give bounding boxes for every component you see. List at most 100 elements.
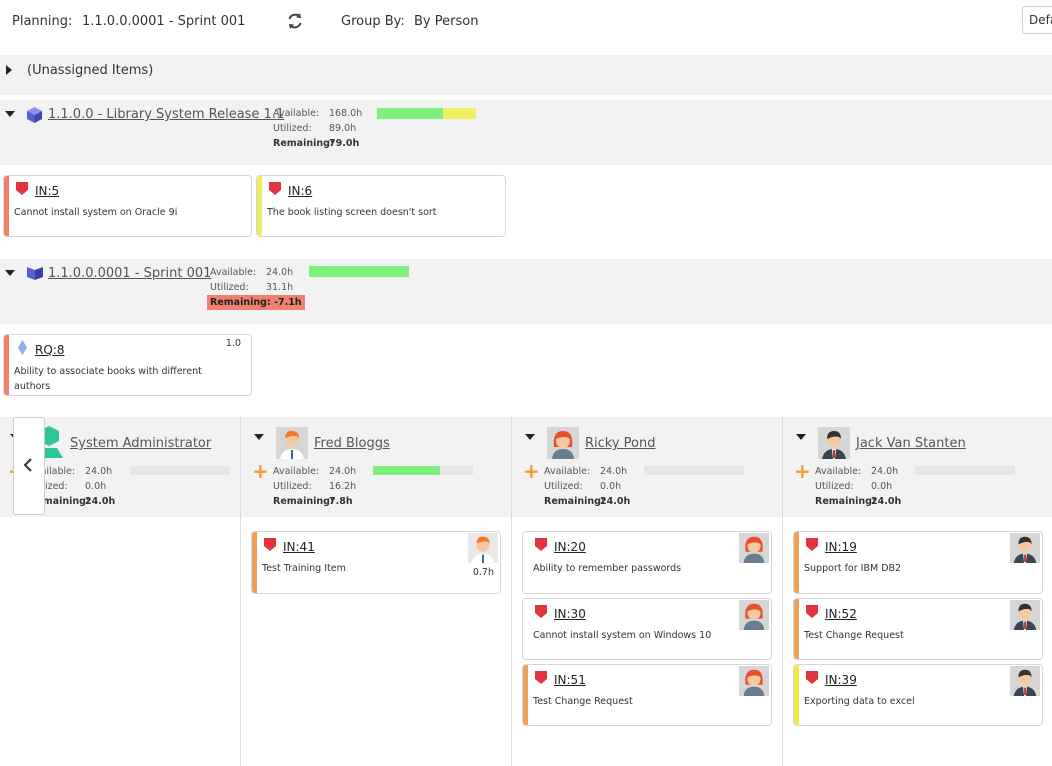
card-in-5[interactable]: IN:5 Cannot install system on Oracle 9i <box>3 175 252 237</box>
ricky-pond-avatar <box>547 427 579 459</box>
utilized-label: Utilized: <box>544 481 583 492</box>
person-stats: Available: 24.0h Utilized: 0.0h Remaining:… <box>815 464 901 509</box>
refresh-icon[interactable] <box>286 12 304 30</box>
utilized-value: 0.0h <box>871 481 893 492</box>
groupby-label: Group By: <box>341 14 405 29</box>
card-title: Test Change Request <box>804 630 904 641</box>
owner-avatar <box>1010 600 1040 630</box>
card-id-link[interactable]: IN:30 <box>554 607 586 621</box>
column-divider <box>240 417 241 766</box>
owner-avatar <box>739 666 769 696</box>
card-title: Support for IBM DB2 <box>804 563 902 574</box>
utilized-label: Utilized: <box>815 481 854 492</box>
remaining-value: -7.1h <box>274 297 302 308</box>
available-label: Available: <box>544 466 591 477</box>
card-in-20[interactable]: IN:20 Ability to remember passwords <box>522 531 772 594</box>
card-rq-8[interactable]: RQ:8 1.0 Ability to associate books with… <box>3 334 252 396</box>
card-title: Exporting data to excel <box>804 696 915 707</box>
sprint-stats: Available: 24.0h Utilized: 31.1h Remaining… <box>207 265 305 310</box>
utilized-label: Utilized: <box>273 481 312 492</box>
card-estimate: 1.0 <box>225 338 241 349</box>
card-stripe <box>523 532 528 593</box>
card-in-41[interactable]: IN:41 Test Training Item 0.7h <box>251 531 501 594</box>
add-item-icon[interactable]: + <box>523 461 540 481</box>
card-id-link[interactable]: IN:6 <box>288 184 312 198</box>
collapse-icon[interactable] <box>796 434 806 440</box>
card-stripe <box>794 665 799 725</box>
default-button[interactable]: Default <box>1022 6 1052 34</box>
incident-flag-icon <box>535 671 547 684</box>
release-stats: Available: 168.0h Utilized: 89.0h Remainin… <box>273 106 362 151</box>
person-name-link[interactable]: Jack Van Stanten <box>856 436 966 451</box>
owner-avatar <box>1010 666 1040 696</box>
collapse-icon[interactable] <box>525 434 535 440</box>
card-in-19[interactable]: IN:19 Support for IBM DB2 <box>793 531 1043 594</box>
remaining-label: Remaining: <box>273 138 334 149</box>
card-title: Cannot install system on Oracle 9i <box>14 207 178 218</box>
planning-select[interactable]: 1.1.0.0.0001 - Sprint 001 <box>82 14 245 29</box>
owner-avatar <box>739 533 769 563</box>
incident-flag-icon <box>535 538 547 551</box>
card-id-link[interactable]: IN:5 <box>35 184 59 198</box>
person-name-link[interactable]: System Administrator <box>70 436 211 451</box>
chevron-left-icon <box>23 458 32 472</box>
person-name-link[interactable]: Ricky Pond <box>585 436 656 451</box>
card-stripe <box>257 176 262 236</box>
add-item-icon[interactable]: + <box>252 461 269 481</box>
card-id-link[interactable]: IN:20 <box>554 540 586 554</box>
planning-label: Planning: <box>12 14 73 29</box>
available-value: 168.0h <box>329 108 363 119</box>
groupby-select[interactable]: By Person <box>414 14 478 29</box>
incident-flag-icon <box>269 182 281 195</box>
unassigned-row[interactable]: (Unassigned Items) <box>0 55 1052 95</box>
card-id-link[interactable]: IN:41 <box>283 540 315 554</box>
release-cube-icon <box>27 107 42 123</box>
expand-icon[interactable] <box>6 65 12 75</box>
utilized-value: 31.1h <box>266 282 294 293</box>
card-title: Ability to associate books with differen… <box>14 366 202 392</box>
card-id-link[interactable]: IN:52 <box>825 607 857 621</box>
collapse-icon[interactable] <box>5 111 15 117</box>
collapse-icon[interactable] <box>254 434 264 440</box>
release-link[interactable]: 1.1.0.0 - Library System Release 1.1 <box>48 107 284 122</box>
card-in-30[interactable]: IN:30 Cannot install system on Windows 1… <box>522 598 772 660</box>
jack-van-stanten-avatar <box>818 427 850 459</box>
release-row: 1.1.0.0 - Library System Release 1.1 Ava… <box>0 100 1052 165</box>
person-name-link[interactable]: Fred Bloggs <box>314 436 390 451</box>
card-title: Test Change Request <box>533 696 633 707</box>
available-label: Available: <box>273 108 320 119</box>
sprint-link[interactable]: 1.1.0.0.0001 - Sprint 001 <box>48 266 211 281</box>
fred-bloggs-avatar <box>276 427 308 459</box>
utilized-label: Utilized: <box>210 282 249 293</box>
release-progress-yellow <box>443 108 476 119</box>
utilized-value: 0.0h <box>85 481 107 492</box>
card-title: Test Training Item <box>262 563 346 574</box>
person-progress-bar <box>130 466 230 475</box>
incident-flag-icon <box>806 671 818 684</box>
remaining-value: 24.0h <box>600 496 631 507</box>
card-in-51[interactable]: IN:51 Test Change Request <box>522 664 772 726</box>
card-id-link[interactable]: IN:19 <box>825 540 857 554</box>
remaining-negative-badge: Remaining: -7.1h <box>207 295 305 310</box>
owner-avatar <box>739 600 769 630</box>
collapse-icon[interactable] <box>5 270 15 276</box>
card-id-link[interactable]: IN:39 <box>825 673 857 687</box>
incident-flag-icon <box>806 605 818 618</box>
column-divider <box>782 417 783 766</box>
card-in-6[interactable]: IN:6 The book listing screen doesn't sor… <box>256 175 506 237</box>
remaining-value: 7.8h <box>329 496 353 507</box>
card-stripe <box>252 532 257 593</box>
utilized-value: 0.0h <box>600 481 622 492</box>
available-value: 24.0h <box>600 466 628 477</box>
add-item-icon[interactable]: + <box>794 461 811 481</box>
card-in-39[interactable]: IN:39 Exporting data to excel <box>793 664 1043 726</box>
card-id-link[interactable]: IN:51 <box>554 673 586 687</box>
incident-flag-icon <box>806 538 818 551</box>
card-in-52[interactable]: IN:52 Test Change Request <box>793 598 1043 660</box>
card-title: The book listing screen doesn't sort <box>267 207 437 218</box>
scroll-left-button[interactable] <box>13 417 45 515</box>
card-id-link[interactable]: RQ:8 <box>35 343 64 357</box>
person-stats: Available: 24.0h Utilized: 0.0h Remaining:… <box>544 464 630 509</box>
card-title: Ability to remember passwords <box>533 563 682 574</box>
available-value: 24.0h <box>329 466 357 477</box>
